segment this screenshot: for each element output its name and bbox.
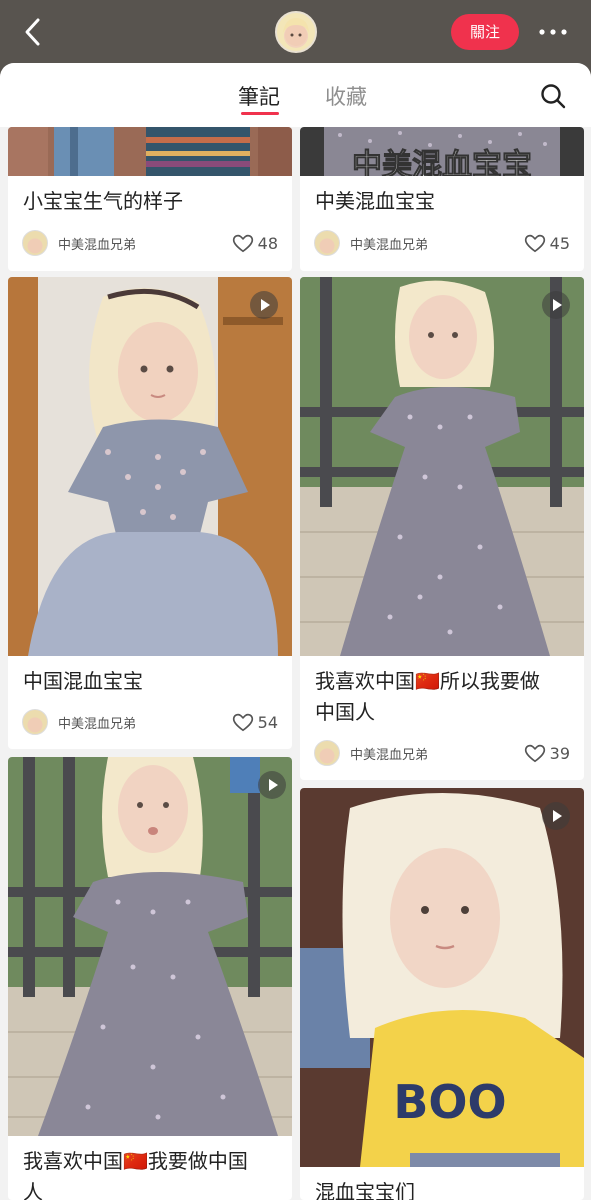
note-meta: 中美混血兄弟 54: [22, 709, 278, 735]
like-count: 48: [257, 234, 278, 253]
notes-feed[interactable]: 小宝宝生气的样子 中美混血兄弟 48 中美混血宝宝 中美混血宝宝 中美混血兄弟 …: [0, 127, 591, 1200]
note-cover-image: [300, 277, 584, 656]
top-bar: 關注: [0, 0, 591, 66]
note-meta: 中美混血兄弟 48: [22, 230, 278, 256]
note-card[interactable]: 我喜欢中国🇨🇳所以我要做 中国人 中美混血兄弟 39: [300, 277, 584, 780]
shirt-graphic: BOO: [393, 1075, 506, 1129]
note-meta: 中美混血兄弟 39: [314, 740, 570, 766]
play-icon: [542, 802, 570, 830]
active-tab-indicator: [241, 112, 279, 115]
note-meta: 中美混血兄弟 45: [314, 230, 570, 256]
note-cover-image: [8, 277, 292, 656]
play-icon: [542, 291, 570, 319]
profile-avatar[interactable]: [275, 11, 317, 53]
cover-photo: [8, 757, 292, 1136]
note-cover-image: [8, 757, 292, 1136]
note-title: 我喜欢中国🇨🇳所以我要做: [315, 669, 540, 693]
avatar-face-icon: [283, 18, 309, 46]
heart-outline-icon: [232, 713, 254, 732]
tab-bar: 筆記 收藏: [0, 63, 591, 127]
author-name[interactable]: 中美混血兄弟: [350, 234, 428, 253]
note-card[interactable]: 中美混血宝宝 中美混血宝宝 中美混血兄弟 45: [300, 127, 584, 271]
cover-overlay-text: 中美混血宝宝: [352, 148, 532, 176]
author-avatar[interactable]: [314, 740, 340, 766]
search-icon[interactable]: [540, 83, 566, 109]
like-button[interactable]: 54: [218, 709, 278, 735]
note-cover-image: BOO: [300, 788, 584, 1167]
note-title: 中国混血宝宝: [23, 669, 143, 693]
note-title: 我喜欢中国🇨🇳我要做中国: [23, 1149, 248, 1173]
profile-sheet: 筆記 收藏 小宝宝生气的样子 中美混血兄弟 48 中美混血宝宝 中美混血宝宝 中…: [0, 63, 591, 1200]
like-button[interactable]: 39: [510, 740, 570, 766]
cover-photo: [8, 277, 292, 656]
heart-outline-icon: [524, 234, 546, 253]
like-button[interactable]: 45: [510, 230, 570, 256]
cover-photo: [8, 127, 292, 176]
back-icon[interactable]: [18, 14, 48, 50]
heart-outline-icon: [232, 234, 254, 253]
more-dots-icon[interactable]: [536, 20, 570, 44]
note-title-line2: 人: [23, 1180, 43, 1200]
tab-collections[interactable]: 收藏: [325, 81, 367, 111]
note-title: 小宝宝生气的样子: [23, 189, 183, 213]
note-card[interactable]: 小宝宝生气的样子 中美混血兄弟 48: [8, 127, 292, 271]
author-avatar[interactable]: [22, 709, 48, 735]
play-icon: [250, 291, 278, 319]
like-count: 39: [549, 744, 570, 763]
note-card[interactable]: 我喜欢中国🇨🇳我要做中国 人: [8, 757, 292, 1200]
cover-photo: BOO: [300, 788, 584, 1167]
author-name[interactable]: 中美混血兄弟: [350, 744, 428, 763]
note-cover-image: [8, 127, 292, 176]
cover-photo: [300, 277, 584, 656]
note-cover-image: 中美混血宝宝: [300, 127, 584, 176]
like-count: 45: [549, 234, 570, 253]
author-name[interactable]: 中美混血兄弟: [58, 713, 136, 732]
author-name[interactable]: 中美混血兄弟: [58, 234, 136, 253]
cover-photo: 中美混血宝宝: [300, 127, 584, 176]
note-title: 混血宝宝们: [315, 1180, 415, 1200]
note-card[interactable]: BOO 混血宝宝们: [300, 788, 584, 1200]
play-icon: [258, 771, 286, 799]
author-avatar[interactable]: [314, 230, 340, 256]
follow-button[interactable]: 關注: [451, 14, 519, 50]
author-avatar[interactable]: [22, 230, 48, 256]
note-title: 中美混血宝宝: [315, 189, 435, 213]
heart-outline-icon: [524, 744, 546, 763]
like-button[interactable]: 48: [218, 230, 278, 256]
tab-notes[interactable]: 筆記: [238, 81, 280, 111]
like-count: 54: [257, 713, 278, 732]
note-card[interactable]: 中国混血宝宝 中美混血兄弟 54: [8, 277, 292, 749]
note-title-line2: 中国人: [315, 700, 375, 724]
